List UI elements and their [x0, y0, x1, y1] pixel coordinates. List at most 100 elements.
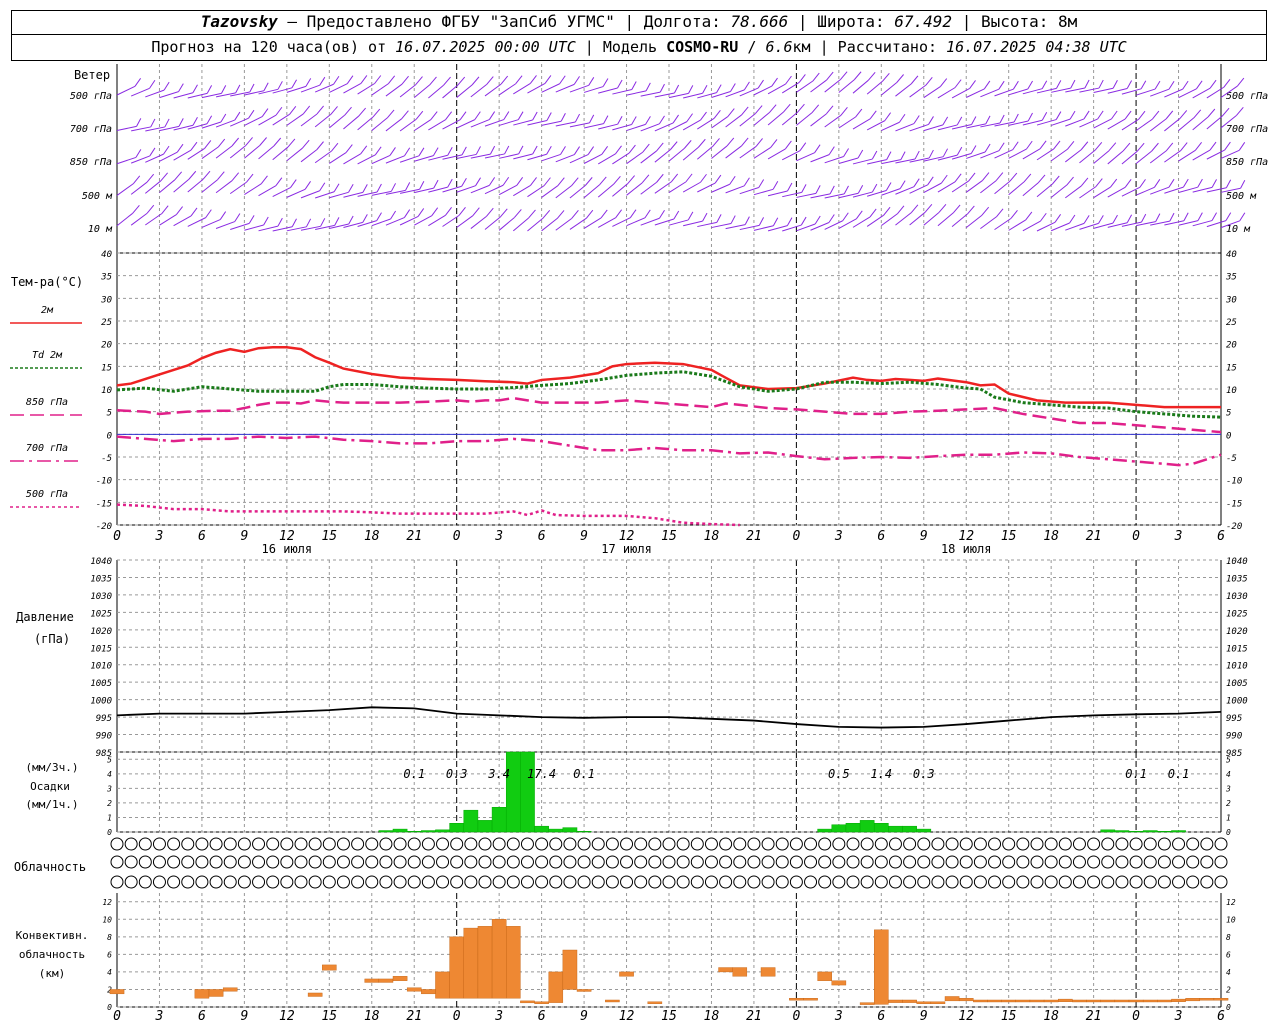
wind-barb-feather [1183, 212, 1189, 222]
wind-barb [881, 188, 901, 196]
wind-barb [145, 213, 163, 226]
cloud-cover-symbol [520, 837, 534, 851]
wind-barb [739, 187, 759, 195]
cloud-cover-symbol [152, 837, 166, 851]
hour-label: 3 [834, 529, 843, 544]
wind-barb-feather [1010, 210, 1018, 219]
wind-barb [413, 119, 432, 132]
cloud-cover-symbol [322, 875, 336, 889]
wind-barb [343, 115, 360, 130]
wind-barb-feather [1025, 211, 1033, 221]
wind-barb-feather [1179, 110, 1188, 119]
cloud-cover-symbol [761, 875, 775, 889]
cloud-cover-symbol [1200, 875, 1214, 889]
cloud-cover-symbol [1002, 855, 1016, 869]
cloud-cover-symbol [351, 837, 365, 851]
wind-barb-feather [490, 145, 496, 155]
hour-label-bottom: 15 [661, 1009, 677, 1024]
wind-barb-feather [656, 142, 664, 152]
wind-barb-feather [741, 106, 749, 116]
wind-barb-feather [1009, 172, 1018, 182]
wind-barb-feather [273, 137, 282, 147]
convective-ytick-left: 8 [107, 933, 112, 942]
convective-bar [1185, 998, 1200, 1002]
meteogram: Ветер 500 гПа 500 гПа 700 гПа 700 гПа 850 гПа… [10, 64, 1268, 1024]
cloud-cover-symbol [549, 855, 563, 869]
wind-barb [1121, 150, 1138, 165]
hour-label: 0 [1132, 529, 1140, 544]
wind-barb [725, 145, 742, 159]
wind-barb [201, 219, 221, 228]
temp-ytick-left: -10 [96, 477, 112, 487]
cloud-cover-symbol [1044, 855, 1058, 869]
cloud-cover-symbol [1016, 855, 1030, 869]
wind-barb [583, 184, 600, 199]
cloud-cover-symbol [662, 875, 676, 889]
cloud-cover-symbol [1101, 855, 1115, 869]
wind-barb-feather [1124, 179, 1132, 188]
cloud-cover-symbol [1016, 837, 1030, 851]
wind-barb-feather [700, 111, 707, 121]
cloud-cover-symbol [393, 855, 407, 869]
wind-barb-feather [518, 145, 524, 155]
wind-barb-feather [726, 137, 735, 147]
cloud-cover-symbol [1115, 837, 1129, 851]
wind-barb-feather [302, 105, 311, 115]
wind-barb [116, 183, 134, 196]
wind-barb-feather [1027, 80, 1034, 90]
wind-level-label-left: 10 м [88, 224, 113, 235]
wind-barb-feather [275, 106, 283, 116]
cloud-cover-symbol [917, 855, 931, 869]
hour-label: 6 [877, 529, 885, 544]
cloud-cover-symbol [549, 837, 563, 851]
wind-barb-feather [486, 76, 494, 85]
wind-barb-feather [331, 142, 339, 152]
wind-barb [229, 145, 247, 159]
wind-barb-feather [659, 210, 665, 219]
cloud-cover-symbol [393, 875, 407, 889]
cloud-cover-symbol [1072, 837, 1086, 851]
cloud-cover-symbol [280, 855, 294, 869]
cloud-cover-symbol [676, 837, 690, 851]
wind-barb [739, 87, 759, 97]
pressure-ytick-right: 1020 [1226, 627, 1248, 637]
wind-barb [144, 180, 162, 194]
cloud-cover-symbol [549, 875, 563, 889]
wind-barb-feather [344, 106, 352, 116]
pressure-ytick-left: 990 [96, 732, 112, 742]
precip-bar [902, 825, 917, 833]
temp-ytick-right: 35 [1225, 273, 1237, 283]
wind-barb [682, 146, 699, 161]
temp-ytick-left: 5 [107, 409, 112, 419]
convective-bar [1029, 999, 1045, 1003]
cloud-cover-symbol [789, 855, 803, 869]
wind-barb-feather [1095, 178, 1103, 187]
wind-barb-feather [557, 177, 565, 187]
wind-barb-feather [586, 209, 594, 219]
wind-barb [980, 216, 997, 230]
convective-bar [435, 971, 450, 999]
wind-barb [1107, 118, 1126, 130]
wind-barb-feather [204, 140, 212, 149]
hour-label: 0 [113, 529, 121, 544]
wind-barb-feather [758, 179, 765, 188]
cloud-cover-symbol [181, 837, 195, 851]
cloud-cover-symbol [931, 855, 945, 869]
cloud-cover-symbol [351, 875, 365, 889]
day-label: 18 июля [941, 542, 992, 556]
wind-barb-feather [289, 106, 297, 115]
wind-barb-feather [914, 150, 920, 160]
hour-label-bottom: 18 [704, 1009, 720, 1024]
wind-barb-feather [702, 85, 708, 94]
wind-barb [711, 91, 731, 99]
wind-barb [753, 225, 774, 231]
precip-bar [406, 831, 422, 833]
convective-ytick-right: 6 [1226, 950, 1231, 959]
wind-barb [852, 79, 869, 94]
precip-bar [421, 830, 436, 833]
cloud-cover-symbol [1157, 875, 1171, 889]
temp-ytick-left: -5 [101, 454, 112, 464]
temp-ytick-left: -15 [96, 499, 112, 509]
precip-bar [845, 823, 861, 833]
wind-barb [187, 217, 206, 227]
